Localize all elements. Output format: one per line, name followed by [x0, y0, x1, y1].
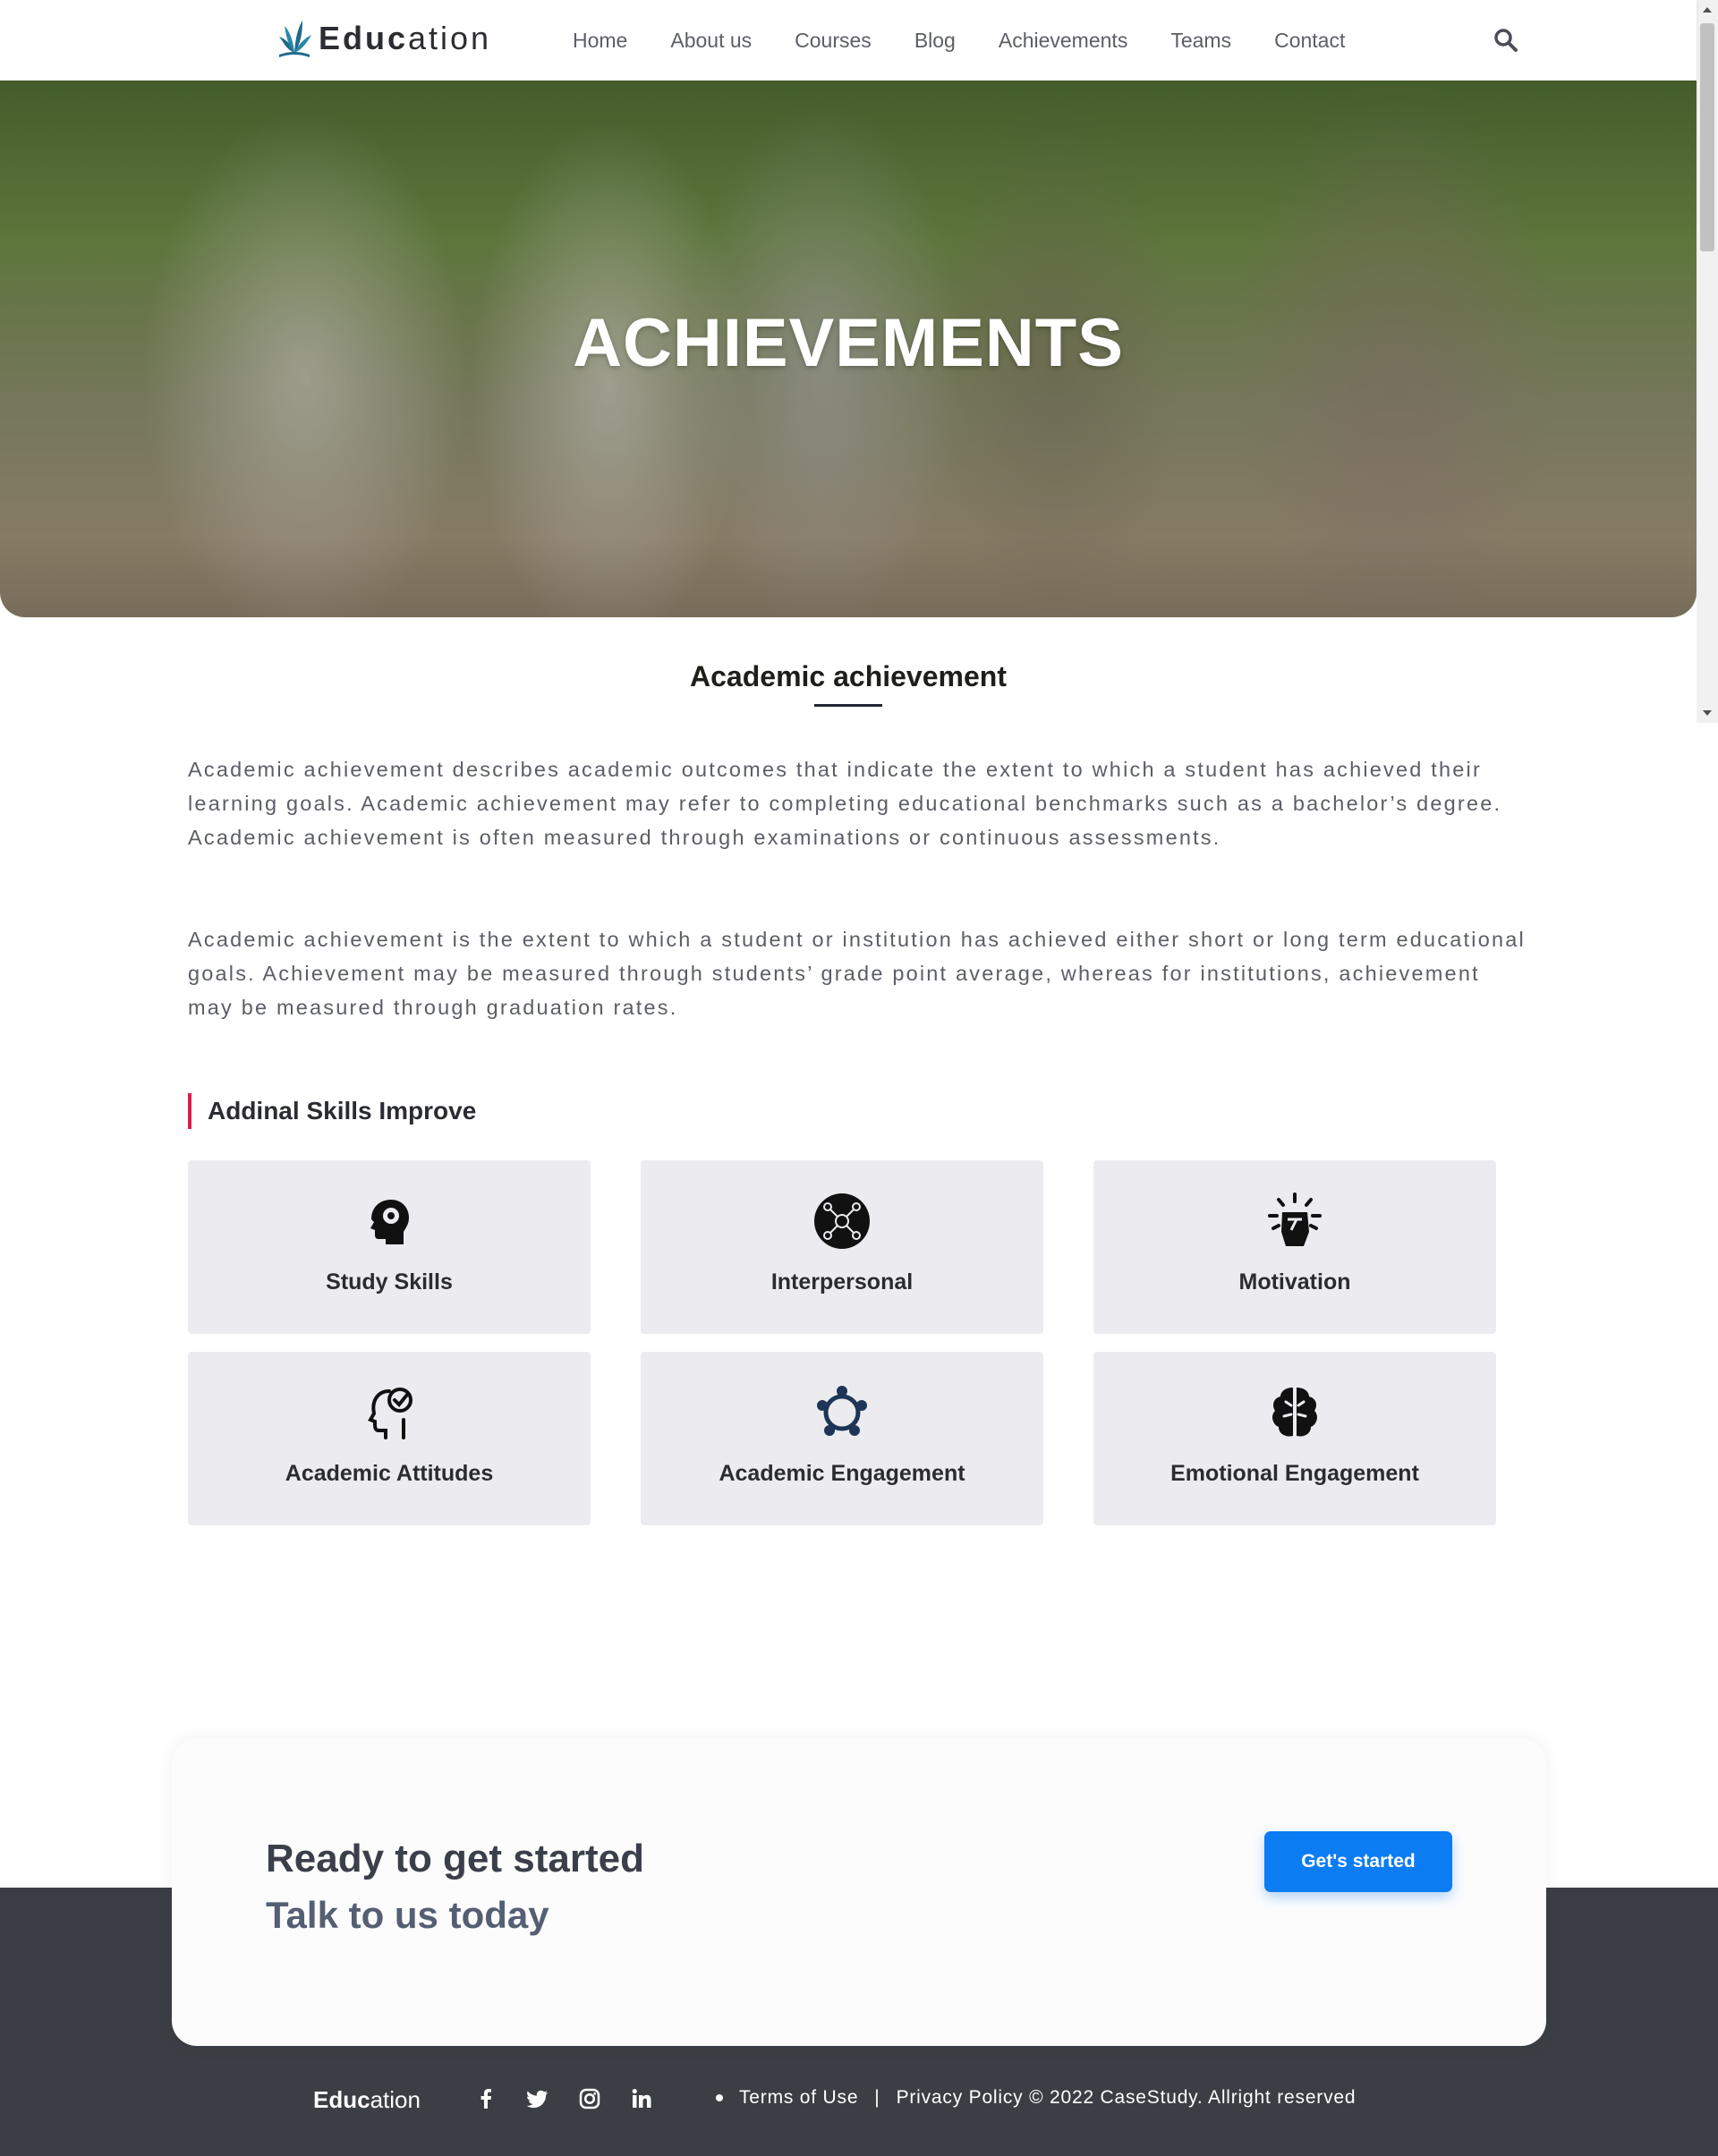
skill-label: Academic Attitudes [285, 1461, 494, 1486]
nav-teams[interactable]: Teams [1170, 29, 1231, 53]
get-started-button[interactable]: Get's started [1264, 1831, 1452, 1892]
nav-home[interactable]: Home [573, 29, 627, 53]
footer-logo[interactable]: Education [313, 2086, 421, 2114]
head-check-icon [368, 1388, 412, 1439]
skill-label: Study Skills [326, 1269, 453, 1294]
skills-heading: Addinal Skills Improve [188, 1093, 476, 1129]
hero-title: ACHIEVEMENTS [573, 305, 1124, 381]
nav-about-us[interactable]: About us [670, 29, 752, 53]
privacy-policy-link[interactable]: Privacy Policy © 2022 CaseStudy. Allrigh… [897, 2087, 1357, 2109]
skill-card-academic-engagement[interactable]: Academic Engagement [641, 1352, 1043, 1525]
footer-separator: | [874, 2087, 880, 2108]
logo-bold: Educ [319, 20, 409, 56]
scroll-down-arrow-icon[interactable] [1703, 710, 1712, 716]
nav-courses[interactable]: Courses [795, 29, 872, 53]
scroll-up-arrow-icon[interactable] [1703, 7, 1712, 13]
terms-of-use-link[interactable]: Terms of Use [739, 2087, 858, 2109]
skill-card-motivation[interactable]: Motivation [1093, 1160, 1496, 1334]
book-leaf-logo-icon [279, 21, 311, 57]
linkedin-icon[interactable] [630, 2087, 653, 2110]
cta-headline: Ready to get started [266, 1837, 644, 1880]
head-gear-icon [370, 1200, 409, 1244]
network-circle-icon [814, 1193, 870, 1249]
footer-logo-light: ation [370, 2086, 421, 2113]
search-icon[interactable] [1493, 27, 1519, 54]
instagram-icon[interactable] [578, 2087, 601, 2110]
section-title-underline [814, 704, 882, 707]
nav-contact[interactable]: Contact [1274, 29, 1345, 53]
skill-card-interpersonal[interactable]: Interpersonal [641, 1160, 1043, 1334]
site-logo[interactable]: Education [276, 16, 491, 61]
bullet-dot-icon [716, 2094, 723, 2101]
footer-logo-bold: Educ [313, 2086, 370, 2113]
cta-subheadline: Talk to us today [266, 1894, 549, 1936]
skill-card-academic-attitudes[interactable]: Academic Attitudes [188, 1352, 591, 1525]
skill-card-emotional-engagement[interactable]: Emotional Engagement [1093, 1352, 1496, 1525]
logo-light: ation [408, 20, 492, 56]
section-title: Academic achievement [690, 660, 1007, 692]
scroll-thumb[interactable] [1700, 23, 1714, 251]
site-header: Education Home About us Courses Blog Ach… [0, 0, 1697, 81]
brain-icon [1272, 1388, 1317, 1437]
skill-label: Motivation [1238, 1269, 1351, 1294]
fist-burst-icon [1268, 1193, 1322, 1246]
skill-label: Academic Engagement [719, 1461, 965, 1486]
main-nav: Home About us Courses Blog Achievements … [573, 0, 1388, 81]
intro-paragraph-1: Academic achievement describes academic … [188, 758, 1502, 849]
nav-achievements[interactable]: Achievements [999, 29, 1127, 53]
skill-card-study-skills[interactable]: Study Skills [188, 1160, 591, 1334]
cta-card: Ready to get started Talk to us today Ge… [172, 1738, 1546, 2046]
facebook-icon[interactable] [474, 2087, 498, 2110]
skill-label: Interpersonal [770, 1269, 914, 1294]
page-scrollbar[interactable] [1697, 0, 1718, 723]
intro-paragraph-2: Academic achievement is the extent to wh… [188, 928, 1526, 1019]
skill-label: Emotional Engagement [1170, 1461, 1419, 1486]
nav-blog[interactable]: Blog [914, 29, 956, 53]
footer-links: Terms of Use | Privacy Policy © 2022 Cas… [716, 2087, 1356, 2109]
twitter-icon[interactable] [526, 2087, 549, 2110]
hero-banner-students-photo: ACHIEVEMENTS [0, 81, 1697, 617]
social-links [474, 2087, 653, 2110]
people-circle-icon [817, 1386, 867, 1436]
